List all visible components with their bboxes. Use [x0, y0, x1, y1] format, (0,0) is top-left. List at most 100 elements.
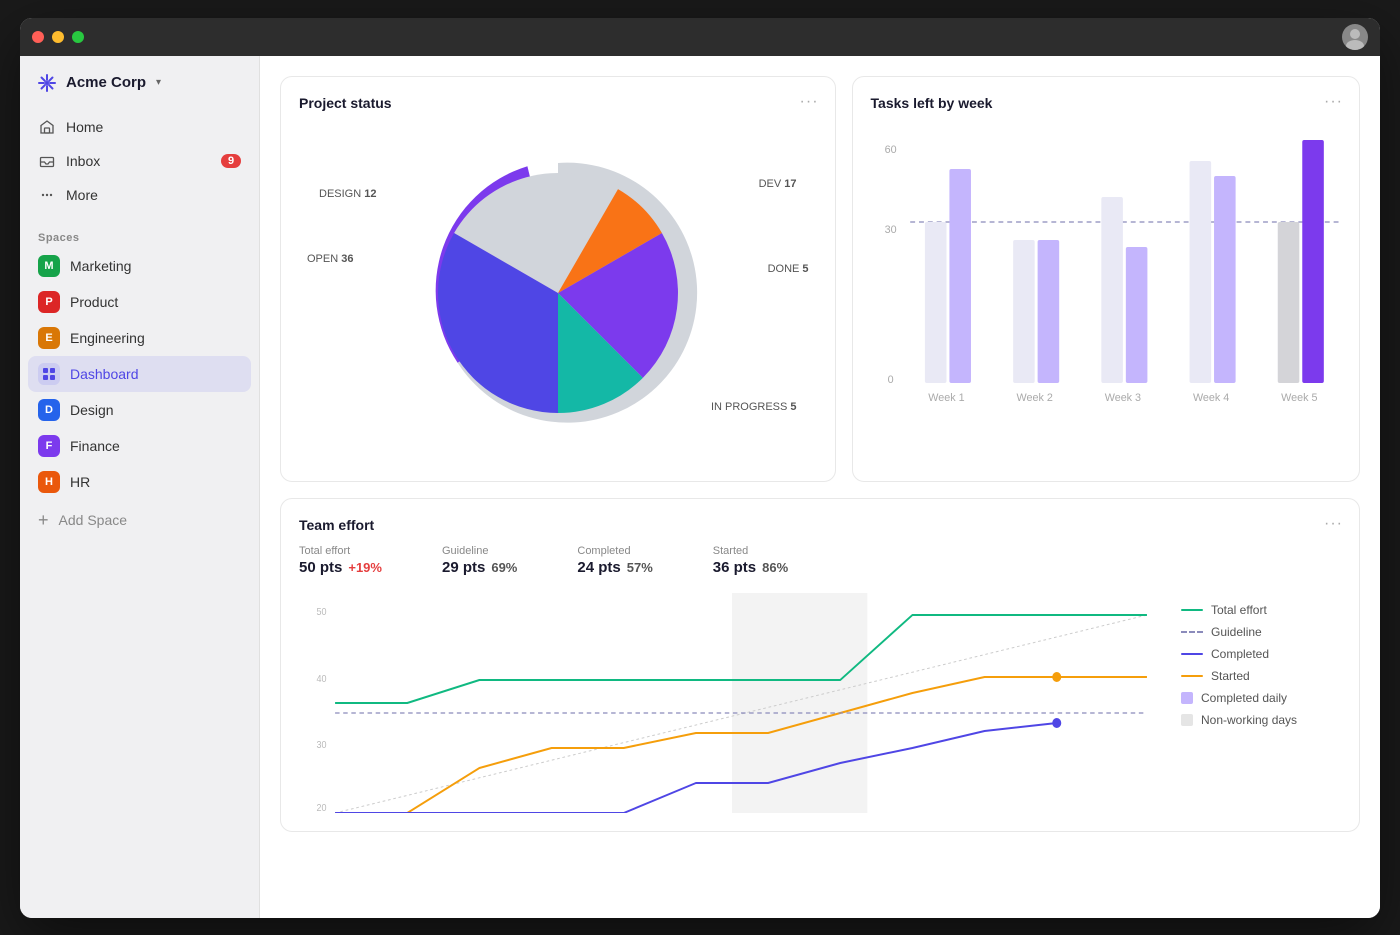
legend-total-effort: Total effort: [1181, 603, 1341, 617]
svg-text:20: 20: [317, 802, 327, 812]
legend-completed-line: [1181, 653, 1203, 655]
hr-avatar: H: [38, 471, 60, 493]
sidebar-item-inbox[interactable]: Inbox 9: [28, 144, 251, 178]
nav-section: Home Inbox 9 More: [20, 102, 259, 220]
add-space-label: Add Space: [59, 512, 128, 528]
finance-label: Finance: [70, 438, 120, 454]
close-button[interactable]: [32, 31, 44, 43]
marketing-avatar: M: [38, 255, 60, 277]
nonworking-region: [732, 593, 867, 813]
stat-guideline: Guideline 29 pts69%: [442, 545, 517, 577]
add-icon: +: [38, 511, 49, 529]
stat-started-value: 36 pts: [713, 559, 756, 576]
maximize-button[interactable]: [72, 31, 84, 43]
minimize-button[interactable]: [52, 31, 64, 43]
stat-total-value: 50 pts: [299, 559, 342, 576]
svg-text:Week 5: Week 5: [1281, 391, 1317, 403]
team-effort-menu[interactable]: ···: [1324, 515, 1343, 533]
add-space-button[interactable]: + Add Space: [28, 504, 251, 536]
marketing-label: Marketing: [70, 258, 131, 274]
legend-nonworking: Non-working days: [1181, 713, 1341, 727]
main-content: Project status ···: [260, 56, 1380, 918]
stat-completed-value: 24 pts: [577, 559, 620, 576]
effort-stats: Total effort 50 pts+19% Guideline 29 pts…: [299, 545, 1341, 577]
company-header[interactable]: Acme Corp ▾: [20, 56, 259, 102]
team-effort-card: Team effort ··· Total effort 50 pts+19% …: [280, 498, 1360, 832]
product-avatar: P: [38, 291, 60, 313]
stat-started: Started 36 pts86%: [713, 545, 788, 577]
sidebar-item-finance[interactable]: F Finance: [28, 428, 251, 464]
svg-text:50: 50: [317, 606, 327, 618]
legend-nonworking-box: [1181, 714, 1193, 726]
sidebar-item-dashboard[interactable]: Dashboard: [28, 356, 251, 392]
legend-daily-label: Completed daily: [1201, 691, 1287, 705]
legend-guideline: Guideline: [1181, 625, 1341, 639]
legend-daily-box: [1181, 692, 1193, 704]
pie-chart-svg: [408, 143, 708, 443]
line-chart-area: 50 40 30 20: [299, 593, 1165, 813]
svg-text:40: 40: [317, 673, 327, 685]
sidebar-item-engineering[interactable]: E Engineering: [28, 320, 251, 356]
project-status-card: Project status ···: [280, 76, 836, 482]
bar-w4-2: [1214, 176, 1236, 383]
label-inprogress: IN PROGRESS 5: [711, 401, 797, 413]
sidebar: Acme Corp ▾ Home Inbox 9: [20, 56, 260, 918]
company-logo: [36, 72, 58, 94]
stat-completed-label: Completed: [577, 545, 652, 557]
traffic-lights: [32, 31, 84, 43]
svg-text:60: 60: [884, 143, 896, 155]
svg-text:Week 2: Week 2: [1016, 391, 1052, 403]
app-body: Acme Corp ▾ Home Inbox 9: [20, 56, 1380, 918]
sidebar-item-marketing[interactable]: M Marketing: [28, 248, 251, 284]
project-status-title: Project status: [299, 95, 817, 111]
sidebar-home-label: Home: [66, 119, 103, 135]
legend-started: Started: [1181, 669, 1341, 683]
legend-completed-label: Completed: [1211, 647, 1269, 661]
bar-w1-1: [924, 222, 946, 383]
bar-w5-1: [1277, 222, 1299, 383]
design-label: Design: [70, 402, 114, 418]
pie-chart-container: DEV 17 DONE 5 IN PROGRESS 5: [299, 123, 817, 463]
label-open: OPEN 36: [307, 253, 353, 265]
user-avatar[interactable]: [1342, 24, 1368, 50]
inbox-icon: [38, 152, 56, 170]
started-dot: [1052, 672, 1061, 682]
sidebar-item-more[interactable]: More: [28, 178, 251, 212]
bar-w3-1: [1101, 197, 1123, 383]
engineering-label: Engineering: [70, 330, 145, 346]
stat-guideline-label: Guideline: [442, 545, 517, 557]
label-dev-text: DEV 17: [759, 178, 797, 190]
legend-total-line: [1181, 609, 1203, 611]
project-status-menu[interactable]: ···: [800, 93, 819, 111]
label-done: DONE 5: [768, 263, 809, 275]
sidebar-inbox-label: Inbox: [66, 153, 100, 169]
charts-row: Project status ···: [280, 76, 1360, 482]
sidebar-item-design[interactable]: D Design: [28, 392, 251, 428]
stat-completed-pct: 57%: [627, 560, 653, 575]
stat-guideline-pct: 69%: [491, 560, 517, 575]
bar-w1-2: [949, 169, 971, 383]
titlebar: [20, 18, 1380, 56]
bar-w2-2: [1037, 240, 1059, 383]
svg-text:0: 0: [887, 373, 893, 385]
sidebar-item-product[interactable]: P Product: [28, 284, 251, 320]
line-chart-svg: 50 40 30 20: [299, 593, 1165, 813]
legend-completed: Completed: [1181, 647, 1341, 661]
stat-started-pct: 86%: [762, 560, 788, 575]
design-avatar: D: [38, 399, 60, 421]
sidebar-item-hr[interactable]: H HR: [28, 464, 251, 500]
bar-w4-1: [1189, 161, 1211, 383]
hr-label: HR: [70, 474, 90, 490]
stat-total: Total effort 50 pts+19%: [299, 545, 382, 577]
tasks-menu[interactable]: ···: [1324, 93, 1343, 111]
bar-chart-container: 60 30 0: [871, 123, 1341, 433]
completed-line: [335, 723, 1057, 813]
tasks-by-week-card: Tasks left by week ··· 60 30 0: [852, 76, 1360, 482]
completed-dot: [1052, 718, 1061, 728]
tasks-title: Tasks left by week: [871, 95, 1341, 111]
legend-started-label: Started: [1211, 669, 1250, 683]
product-label: Product: [70, 294, 118, 310]
sidebar-item-home[interactable]: Home: [28, 110, 251, 144]
legend-guideline-line: [1181, 631, 1203, 633]
label-design: DESIGN 12: [319, 188, 376, 200]
